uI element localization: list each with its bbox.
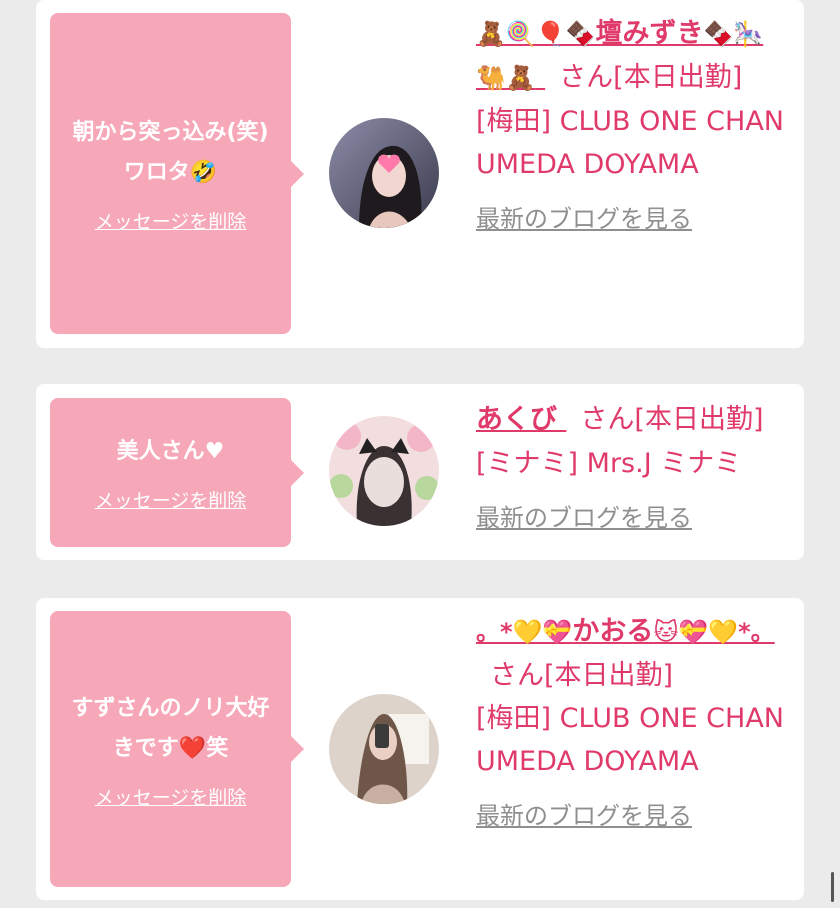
status-suffix: さん[本日出勤] [559,62,743,93]
message-card: 朝から突っ込み(笑)ワロタ🤣 メッセージを削除 🧸🍭🎈🍫壇みずき🍫🎠🐫🧸 さん[… [36,0,804,348]
girl-info: あくび さん[本日出勤] [ミナミ] Mrs.J ミナミ 最新のブログを見る [476,398,788,540]
delete-message-link[interactable]: メッセージを削除 [95,207,247,234]
latest-blog-link[interactable]: 最新のブログを見る [476,198,692,241]
message-bubble: すずさんのノリ大好きです❤️笑 メッセージを削除 [50,611,304,887]
girl-name-link[interactable]: 。*💛💝かおる🐱💝💛*。 [476,616,775,647]
girl-name: あくび [476,404,557,435]
shop-name: [梅田] CLUB ONE CHAN UMEDA DOYAMA [476,106,784,180]
delete-message-link[interactable]: メッセージを削除 [95,783,247,810]
shop-name: [ミナミ] Mrs.J ミナミ [476,448,742,479]
name-emoji-suffix: 🐱💝💛*。 [653,618,775,646]
girl-info: 🧸🍭🎈🍫壇みずき🍫🎠🐫🧸 さん[本日出勤] [梅田] CLUB ONE CHAN… [476,12,788,241]
name-emoji-prefix: 。*💛💝 [476,618,573,646]
message-text: 朝から突っ込み(笑)ワロタ🤣 [72,120,269,185]
message-bubble: 美人さん♥ メッセージを削除 [50,398,304,547]
avatar[interactable] [329,694,439,804]
message-text: 美人さん♥ [116,439,225,464]
message-card: すずさんのノリ大好きです❤️笑 メッセージを削除 。*💛💝かおる🐱💝💛*。 さん… [36,598,804,900]
name-emoji-prefix: 🧸🍭🎈🍫 [476,20,596,48]
delete-message-link[interactable]: メッセージを削除 [95,486,247,513]
message-text: すずさんのノリ大好きです❤️笑 [71,695,270,761]
status-suffix: さん[本日出勤] [580,404,764,435]
latest-blog-link[interactable]: 最新のブログを見る [476,497,692,540]
girl-name-link[interactable]: あくび [476,404,566,435]
message-bubble: 朝から突っ込み(笑)ワロタ🤣 メッセージを削除 [50,13,304,334]
status-suffix: さん[本日出勤] [490,660,674,691]
scrollbar[interactable] [831,872,834,902]
avatar[interactable] [329,118,439,228]
girl-info: 。*💛💝かおる🐱💝💛*。 さん[本日出勤] [梅田] CLUB ONE CHAN… [476,610,788,838]
avatar[interactable] [329,416,439,526]
latest-blog-link[interactable]: 最新のブログを見る [476,795,692,838]
shop-name: [梅田] CLUB ONE CHAN UMEDA DOYAMA [476,703,784,777]
message-card: 美人さん♥ メッセージを削除 あくび さん[本日出勤] [ミナミ] Mrs.J … [36,384,804,560]
girl-name: かおる [572,616,654,647]
girl-name: 壇みずき [595,18,704,49]
